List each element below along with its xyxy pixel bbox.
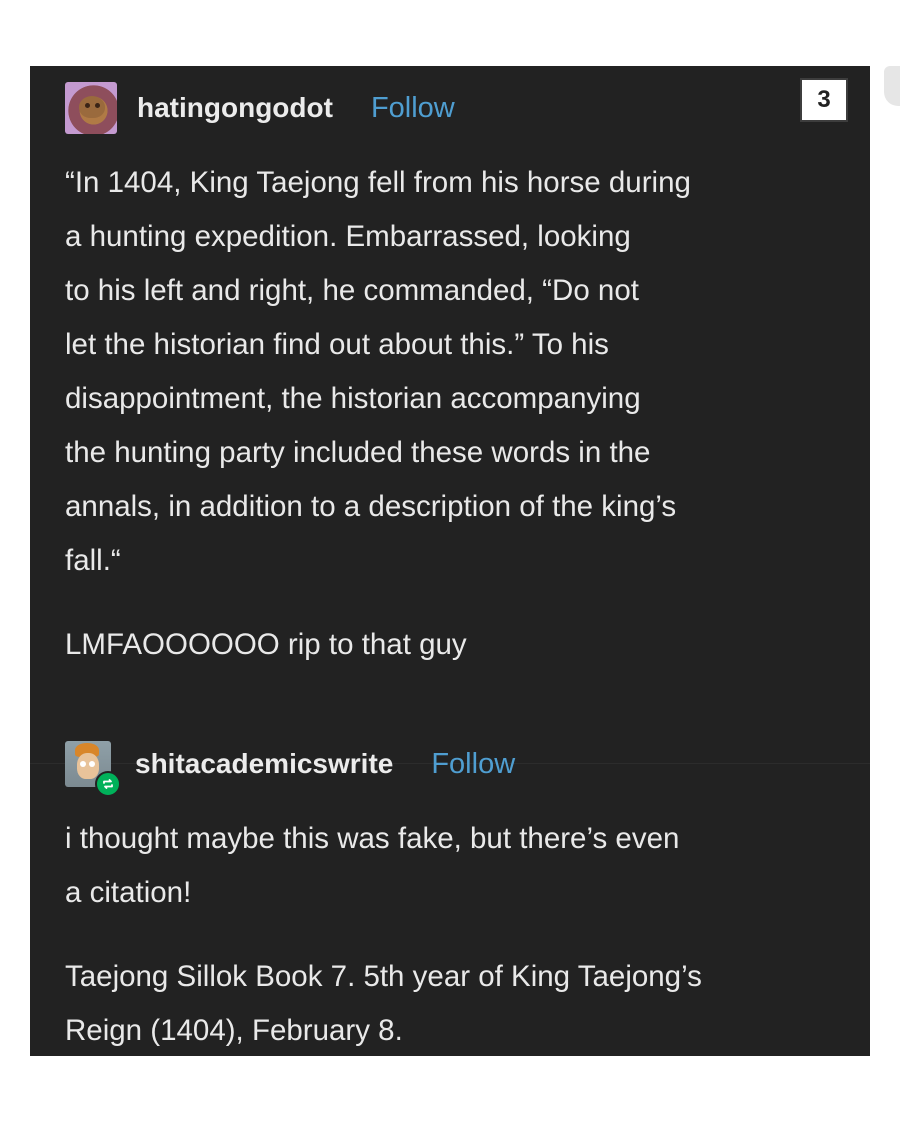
post-header-hatingongodot: hatingongodot Follow [65, 80, 455, 136]
avatar[interactable] [65, 82, 117, 134]
username-link[interactable]: shitacademicswrite [135, 748, 393, 780]
post-comment-text: LMFAOOOOOO rip to that guy [65, 628, 467, 661]
citation-text: Taejong Sillok Book 7. 5th year of King … [65, 960, 702, 1047]
post-quote-text: “In 1404, King Taejong fell from his hor… [65, 166, 691, 577]
follow-button[interactable]: Follow [431, 748, 515, 781]
edge-decoration [884, 66, 900, 106]
avatar-eyes [80, 761, 86, 767]
avatar[interactable] [65, 741, 121, 797]
username-link[interactable]: hatingongodot [137, 92, 333, 124]
reblog-arrows-icon [103, 779, 113, 789]
screenshot-page: hatingongodot Follow 3 “In 1404, King Ta… [0, 0, 900, 1125]
reply-text: i thought maybe this was fake, but there… [65, 822, 680, 909]
follow-button[interactable]: Follow [371, 92, 455, 125]
reblog-icon [95, 771, 121, 797]
reblog-count-badge[interactable]: 3 [800, 78, 848, 122]
avatar-face [79, 96, 105, 118]
post-thread: hatingongodot Follow 3 “In 1404, King Ta… [30, 66, 870, 1056]
post-header-shitacademicswrite: shitacademicswrite Follow [65, 736, 515, 797]
avatar-eyes [85, 103, 90, 108]
